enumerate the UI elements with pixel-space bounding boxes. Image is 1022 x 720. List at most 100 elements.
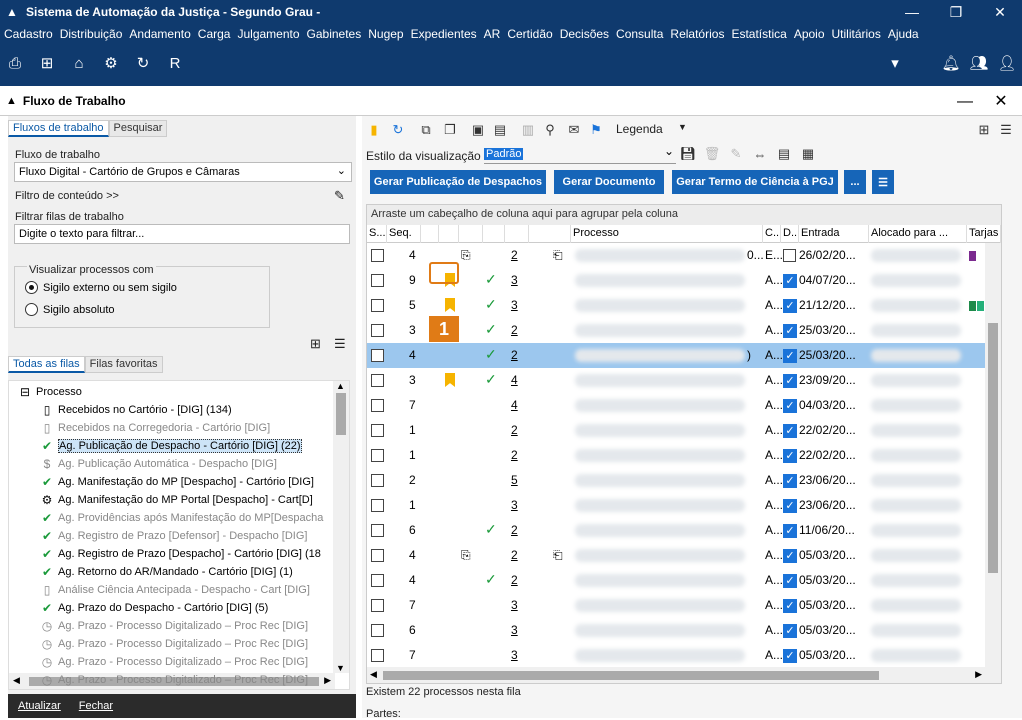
table-row[interactable]: 4 ✓ 2 A... ✓ 05/03/20... bbox=[367, 568, 1001, 593]
d-checked-icon[interactable]: ✓ bbox=[783, 524, 797, 538]
link-cell[interactable]: 2 bbox=[511, 418, 518, 443]
duplicate-icon[interactable]: ❐ bbox=[440, 120, 460, 140]
doc-stack-icon[interactable]: ▤ bbox=[490, 120, 510, 140]
tree-node[interactable]: ✔ Ag. Prazo do Despacho - Cartório [DIG] … bbox=[39, 599, 268, 617]
doc-lock-icon[interactable]: ▣ bbox=[468, 120, 488, 140]
d-checked-icon[interactable]: ✓ bbox=[783, 474, 797, 488]
menu-item-2[interactable]: Andamento bbox=[129, 27, 190, 41]
search-doc-icon[interactable]: ⚲ bbox=[540, 120, 560, 140]
user-icon[interactable]: 👤︎ bbox=[996, 52, 1018, 74]
grid-hscroll-thumb[interactable] bbox=[383, 671, 879, 680]
menu-item-11[interactable]: Consulta bbox=[616, 27, 663, 41]
d-checked-icon[interactable]: ✓ bbox=[783, 424, 797, 438]
table-row[interactable]: 7 3 A... ✓ 05/03/20... bbox=[367, 593, 1001, 618]
tree-node[interactable]: ✔ Ag. Manifestação do MP [Despacho] - Car… bbox=[39, 473, 314, 491]
refresh-icon[interactable]: ↻ bbox=[388, 120, 408, 140]
d-checked-icon[interactable]: ✓ bbox=[783, 649, 797, 663]
menu-item-14[interactable]: Apoio bbox=[794, 27, 825, 41]
menu-item-5[interactable]: Gabinetes bbox=[307, 27, 362, 41]
link-cell[interactable]: 3 bbox=[511, 493, 518, 518]
comment-icon[interactable]: ✉ bbox=[564, 120, 584, 140]
building-icon[interactable]: ⌂ bbox=[68, 52, 90, 74]
column-header[interactable]: Entrada bbox=[799, 225, 869, 243]
table-row[interactable]: 1 3 A... ✓ 23/06/20... bbox=[367, 493, 1001, 518]
d-checked-icon[interactable]: ✓ bbox=[783, 274, 797, 288]
table-row[interactable]: 5 ✓ 3 A... ✓ 21/12/20... bbox=[367, 293, 1001, 318]
grid-vertical-scrollbar[interactable] bbox=[985, 243, 1001, 683]
link-cell[interactable]: 2 bbox=[511, 318, 518, 343]
scroll-left-icon[interactable]: ◀ bbox=[13, 675, 20, 686]
link-cell[interactable]: 3 bbox=[511, 293, 518, 318]
link-cell[interactable]: 3 bbox=[511, 618, 518, 643]
column-header[interactable]: Tarjas bbox=[967, 225, 1001, 243]
link-cell[interactable]: 4 bbox=[511, 393, 518, 418]
table-row[interactable]: 6 3 A... ✓ 05/03/20... bbox=[367, 618, 1001, 643]
report-icon[interactable]: R bbox=[164, 52, 186, 74]
column-header[interactable]: Seq. bbox=[387, 225, 421, 243]
d-checkbox[interactable] bbox=[783, 249, 796, 262]
menu-item-6[interactable]: Nugep bbox=[368, 27, 403, 41]
tree-node[interactable]: ✔ Ag. Retorno do AR/Mandado - Cartório [D… bbox=[39, 563, 293, 581]
column-header[interactable] bbox=[529, 225, 571, 243]
gerar-termo-button[interactable]: Gerar Termo de Ciência à PGJ bbox=[672, 170, 838, 194]
row-checkbox[interactable] bbox=[371, 524, 384, 537]
tree-node[interactable]: ⚙ Ag. Manifestação do MP Portal [Despacho… bbox=[39, 491, 313, 509]
link-cell[interactable]: 3 bbox=[511, 268, 518, 293]
tree-vertical-scrollbar[interactable]: ▲ ▼ bbox=[333, 381, 349, 673]
tree-node[interactable]: ▯ Recebidos no Cartório - [DIG] (134) bbox=[39, 401, 232, 419]
tree-node[interactable]: ✔ Ag. Providências após Manifestação do M… bbox=[39, 509, 323, 527]
close-icon[interactable]: ✕ bbox=[978, 0, 1022, 24]
tab-filas-favoritas[interactable]: Filas favoritas bbox=[84, 356, 163, 373]
tree-node[interactable]: ◷ Ag. Prazo - Processo Digitalizado – Pro… bbox=[39, 617, 308, 635]
table-row[interactable]: 3 ✓ 4 A... ✓ 23/09/20... bbox=[367, 368, 1001, 393]
list-view-icon[interactable]: ☰ bbox=[334, 336, 346, 352]
tab-pesquisar[interactable]: Pesquisar bbox=[108, 120, 168, 137]
link-cell[interactable]: 3 bbox=[511, 643, 518, 668]
row-checkbox[interactable] bbox=[371, 624, 384, 637]
row-checkbox[interactable] bbox=[371, 299, 384, 312]
save-icon[interactable]: 💾︎ bbox=[678, 144, 698, 164]
row-checkbox[interactable] bbox=[371, 274, 384, 287]
link-cell[interactable]: 2 bbox=[511, 518, 518, 543]
row-checkbox[interactable] bbox=[371, 474, 384, 487]
column-header[interactable]: S... bbox=[367, 225, 387, 243]
row-checkbox[interactable] bbox=[371, 449, 384, 462]
grid-scroll-right-icon[interactable]: ▶ bbox=[975, 669, 982, 680]
menu-item-1[interactable]: Distribuição bbox=[60, 27, 123, 41]
d-checked-icon[interactable]: ✓ bbox=[783, 324, 797, 338]
tree-node[interactable]: ◷ Ag. Prazo - Processo Digitalizado – Pro… bbox=[39, 653, 308, 671]
users-icon[interactable]: 👥︎ bbox=[968, 52, 990, 74]
dropdown-arrow-icon[interactable]: ▾ bbox=[884, 52, 906, 74]
column-header[interactable] bbox=[459, 225, 483, 243]
user-pin-icon[interactable]: ⚑ bbox=[586, 120, 606, 140]
link-cell[interactable]: 2 bbox=[511, 243, 518, 268]
legenda-arrow-icon[interactable]: ▼ bbox=[678, 122, 687, 132]
column-header[interactable]: Processo bbox=[571, 225, 763, 243]
row-checkbox[interactable] bbox=[371, 599, 384, 612]
d-checked-icon[interactable]: ✓ bbox=[783, 374, 797, 388]
row-checkbox[interactable] bbox=[371, 349, 384, 362]
radio-sigilo-externo[interactable]: Sigilo externo ou sem sigilo bbox=[25, 281, 177, 294]
scroll-up-icon[interactable]: ▲ bbox=[336, 381, 345, 391]
menu-item-0[interactable]: Cadastro bbox=[4, 27, 53, 41]
tree-node[interactable]: ◷ Ag. Prazo - Processo Digitalizado – Pro… bbox=[39, 671, 308, 689]
print-icon[interactable]: ⎙ bbox=[4, 52, 26, 74]
column-header[interactable]: C... bbox=[763, 225, 781, 243]
tree-node[interactable]: ✔ Ag. Publicação de Despacho - Cartório [… bbox=[39, 437, 302, 455]
menu-item-4[interactable]: Julgamento bbox=[237, 27, 299, 41]
menu-item-8[interactable]: AR bbox=[484, 27, 501, 41]
row-checkbox[interactable] bbox=[371, 399, 384, 412]
fluxo-select[interactable]: Fluxo Digital - Cartório de Grupos e Câm… bbox=[14, 162, 352, 182]
tree-node[interactable]: ▯ Análise Ciência Antecipada - Despacho -… bbox=[39, 581, 310, 599]
broom-icon[interactable]: ✎ bbox=[334, 188, 345, 204]
table-row[interactable]: 2 5 A... ✓ 23/06/20... bbox=[367, 468, 1001, 493]
filtro-conteudo-link[interactable]: Filtro de conteúdo >> bbox=[15, 190, 119, 202]
column-header[interactable] bbox=[505, 225, 529, 243]
grid-scroll-left-icon[interactable]: ◀ bbox=[370, 669, 377, 680]
more-button[interactable]: ... bbox=[844, 170, 866, 194]
row-checkbox[interactable] bbox=[371, 649, 384, 662]
list-view-right-icon[interactable]: ☰ bbox=[996, 120, 1016, 140]
tree-view-icon[interactable]: ⊞ bbox=[310, 336, 321, 352]
row-checkbox[interactable] bbox=[371, 249, 384, 262]
row-checkbox[interactable] bbox=[371, 324, 384, 337]
